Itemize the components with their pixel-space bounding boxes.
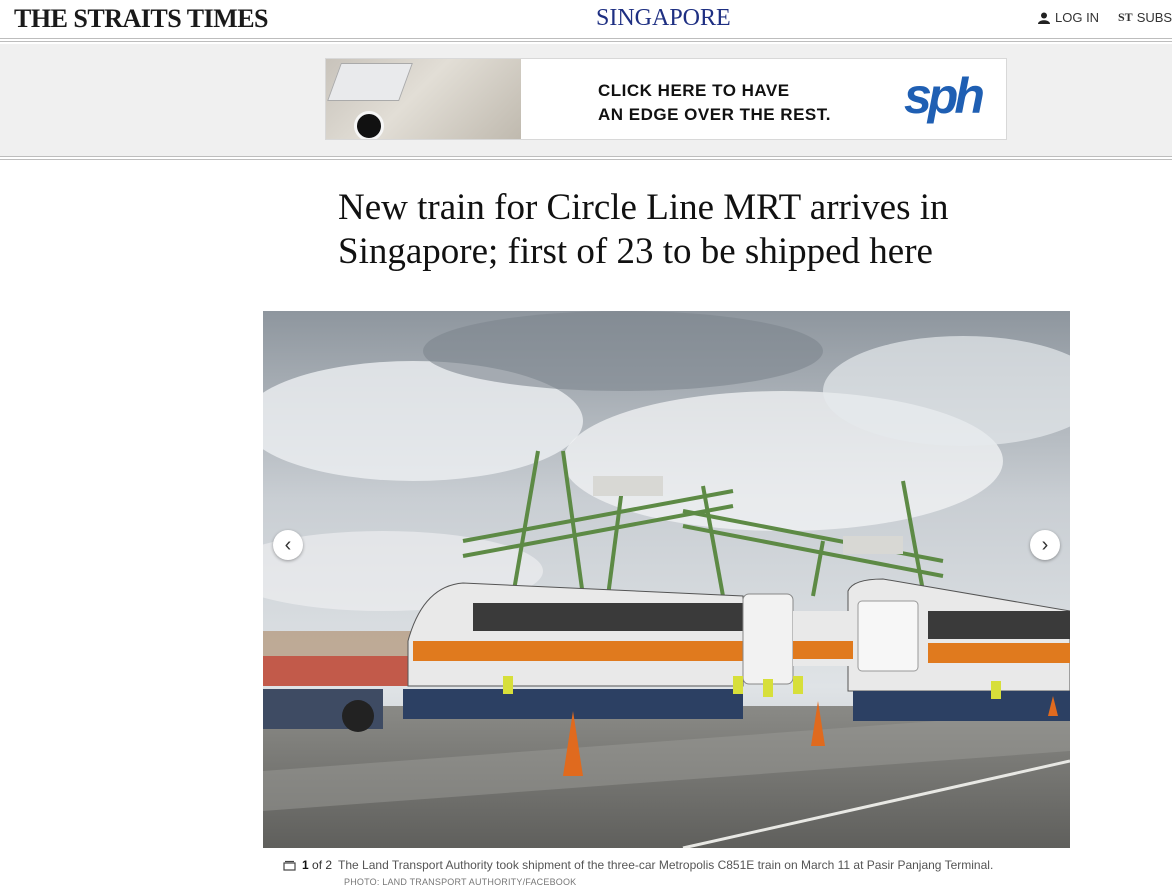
sph-banner-ad[interactable]: CLICK HERE TO HAVE AN EDGE OVER THE REST… xyxy=(325,58,1007,140)
ad-desk-image xyxy=(326,59,521,139)
ad-line-1: CLICK HERE TO HAVE xyxy=(598,81,790,100)
ad-divider xyxy=(0,156,1172,157)
login-button[interactable]: LOG IN xyxy=(1038,10,1099,25)
sph-logo: sph xyxy=(904,68,985,124)
login-label: LOG IN xyxy=(1055,10,1100,25)
subscribe-label: SUBSC xyxy=(1136,10,1172,25)
gallery-current: 1 xyxy=(302,858,309,872)
gallery-counter: 1 of 2 xyxy=(302,858,332,872)
user-icon xyxy=(1038,12,1050,24)
ad-divider xyxy=(0,159,1172,160)
ad-copy: CLICK HERE TO HAVE AN EDGE OVER THE REST… xyxy=(598,79,831,127)
subscribe-button[interactable]: ST SUBSC xyxy=(1118,10,1172,25)
masthead-logo[interactable]: THE STRAITS TIMES xyxy=(14,4,269,34)
ad-line-2: AN EDGE OVER THE REST. xyxy=(598,105,831,124)
chevron-right-icon: › xyxy=(1041,533,1049,556)
st-logo-icon: ST xyxy=(1118,10,1133,24)
article-headline: New train for Circle Line MRT arrives in… xyxy=(338,187,949,272)
header-divider xyxy=(0,38,1172,39)
gallery-prev-button[interactable]: ‹ xyxy=(273,530,303,560)
gallery-total: of 2 xyxy=(312,858,333,872)
gallery-caption: 1 of 2 The Land Transport Authority took… xyxy=(283,858,993,872)
chevron-left-icon: ‹ xyxy=(284,533,292,556)
gallery-photo[interactable] xyxy=(263,311,1070,848)
caption-text: The Land Transport Authority took shipme… xyxy=(338,858,994,872)
header-divider xyxy=(0,41,1172,42)
section-title[interactable]: SINGAPORE xyxy=(596,5,731,32)
gallery-icon xyxy=(283,860,296,871)
train-photo-image xyxy=(263,311,1070,848)
gallery-next-button[interactable]: › xyxy=(1030,530,1060,560)
photo-credit: PHOTO: LAND TRANSPORT AUTHORITY/FACEBOOK xyxy=(344,877,577,887)
